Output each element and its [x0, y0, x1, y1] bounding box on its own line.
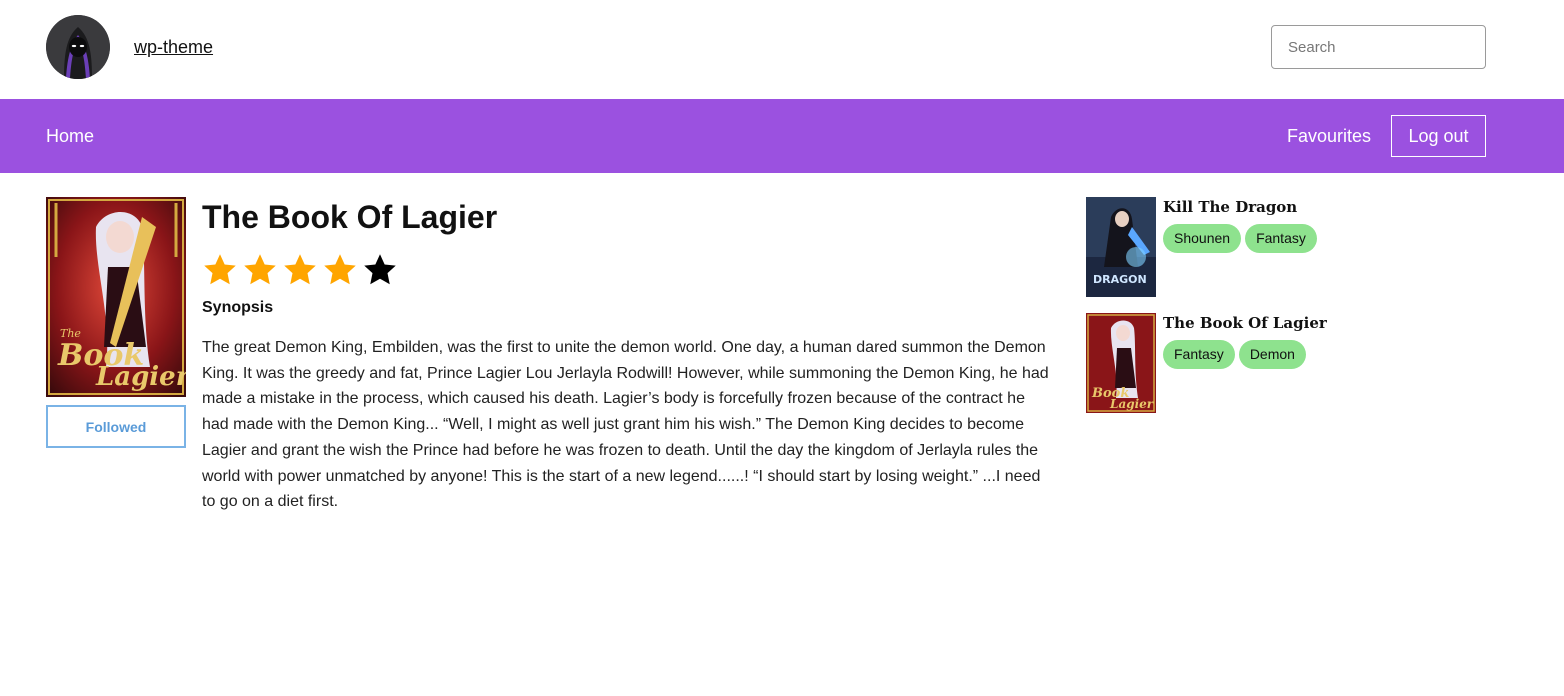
- related-item-thumbnail[interactable]: DRAGON: [1086, 197, 1156, 297]
- rating-stars: [202, 251, 398, 291]
- site-logo-avatar[interactable]: [46, 15, 110, 79]
- related-item-tags: Fantasy Demon: [1163, 340, 1306, 369]
- genre-tag[interactable]: Shounen: [1163, 224, 1242, 253]
- genre-tag[interactable]: Fantasy: [1163, 340, 1235, 369]
- related-item: Book Lagier The Book Of Lagier Fantasy D…: [1086, 313, 1386, 413]
- svg-text:Lagier: Lagier: [95, 362, 186, 392]
- genre-tag[interactable]: Fantasy: [1245, 224, 1317, 253]
- related-item-title[interactable]: Kill The Dragon: [1163, 198, 1297, 216]
- related-item-thumbnail[interactable]: Book Lagier: [1086, 313, 1156, 413]
- book-of-lagier-cover-art: Book Lagier: [1086, 313, 1156, 413]
- kill-the-dragon-cover-art: DRAGON: [1086, 197, 1156, 297]
- svg-text:Lagier: Lagier: [1109, 397, 1155, 411]
- search-input[interactable]: [1271, 25, 1486, 69]
- book-title: The Book Of Lagier: [202, 199, 498, 235]
- site-header: wp-theme: [0, 0, 1564, 99]
- star-filled-icon[interactable]: [202, 251, 238, 289]
- star-filled-icon[interactable]: [282, 251, 318, 289]
- related-item-title[interactable]: The Book Of Lagier: [1163, 314, 1327, 332]
- logout-button[interactable]: Log out: [1391, 115, 1486, 157]
- star-filled-icon[interactable]: [242, 251, 278, 289]
- book-cover-image: The Book Lagier: [46, 197, 186, 397]
- svg-text:DRAGON: DRAGON: [1093, 273, 1147, 286]
- star-filled-icon[interactable]: [322, 251, 358, 289]
- site-name-link[interactable]: wp-theme: [134, 37, 213, 58]
- hooded-figure-icon: [46, 15, 110, 79]
- nav-home-link[interactable]: Home: [46, 126, 94, 147]
- related-item-tags: Shounen Fantasy: [1163, 224, 1317, 253]
- related-item: DRAGON Kill The Dragon Shounen Fantasy: [1086, 197, 1386, 297]
- genre-tag[interactable]: Demon: [1238, 340, 1306, 369]
- book-cover-art: The Book Lagier: [46, 197, 186, 397]
- main-nav: Home Favourites Log out: [0, 99, 1564, 173]
- follow-button[interactable]: Followed: [46, 405, 186, 448]
- star-empty-icon[interactable]: [362, 251, 398, 289]
- synopsis-text: The great Demon King, Embilden, was the …: [202, 339, 1049, 511]
- synopsis-heading: Synopsis: [202, 299, 274, 316]
- nav-favourites-link[interactable]: Favourites: [1287, 126, 1371, 147]
